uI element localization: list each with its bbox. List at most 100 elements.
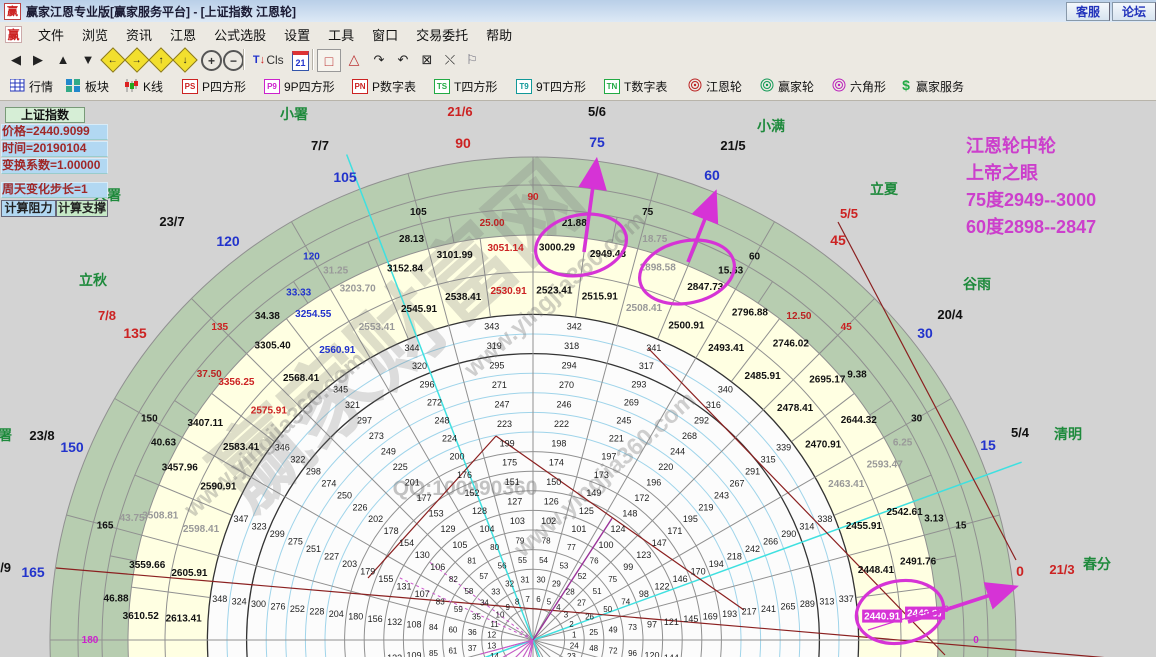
wheel-number: 245 xyxy=(616,415,631,425)
price-outer-value: 2593.47 xyxy=(867,460,904,471)
calendar-icon[interactable]: 21 xyxy=(292,51,309,71)
wheel-number: 178 xyxy=(384,526,399,536)
wheel-number: 27 xyxy=(577,599,586,608)
wheel-number: 194 xyxy=(709,559,724,569)
nav-forward-icon[interactable]: ▶ xyxy=(28,49,48,70)
cls-button[interactable]: Cls xyxy=(265,49,285,70)
wheel-number: 85 xyxy=(429,649,438,657)
toolbar-item-hexagon[interactable]: 六角形 xyxy=(832,77,886,96)
pan-up-icon[interactable]: ↑ xyxy=(148,47,174,73)
percent-value: 34.38 xyxy=(255,311,280,322)
menu-item-江恩[interactable]: 江恩 xyxy=(161,23,205,46)
outer-label-立夏: 立夏 xyxy=(870,181,899,197)
wheel-number: 176 xyxy=(457,470,472,480)
peak-up-icon[interactable]: ▲ xyxy=(53,49,73,70)
wheel-number: 125 xyxy=(579,506,594,516)
draw-square-icon[interactable]: □ xyxy=(317,49,341,72)
percent-value: 12.50 xyxy=(786,311,811,322)
wheel-number: 6 xyxy=(536,595,541,604)
easel-icon[interactable]: ⚐ xyxy=(462,49,482,70)
price-outer-value: 3203.70 xyxy=(340,283,377,294)
outer-label-21/6: 21/6 xyxy=(447,104,472,119)
toolbar-item-p-table[interactable]: PN P数字表 xyxy=(352,77,416,96)
wheel-number: 12 xyxy=(487,631,496,640)
calc-resistance-button[interactable]: 计算阻力 xyxy=(1,200,56,217)
wheel-number: 76 xyxy=(590,556,599,565)
wheel-number: 290 xyxy=(781,529,796,539)
wheel-number: 80 xyxy=(490,543,499,552)
outer-label-7/8: 7/8 xyxy=(98,308,116,323)
wheel-number: 247 xyxy=(494,399,509,409)
wheel-number: 244 xyxy=(670,446,685,456)
price-inner-value: 2463.41 xyxy=(828,479,865,490)
wheel-number: 48 xyxy=(589,644,598,653)
outer-label-45: 45 xyxy=(830,232,846,248)
menu-item-工具[interactable]: 工具 xyxy=(319,23,363,46)
calc-support-button[interactable]: 计算支撑 xyxy=(56,200,108,217)
toolbar-item-9t-square[interactable]: T9 9T四方形 xyxy=(516,77,586,96)
zoom-out-icon[interactable]: − xyxy=(223,50,244,71)
toolbar-item-9p-square[interactable]: P9 9P四方形 xyxy=(264,77,335,96)
wheel-number: 23 xyxy=(567,652,576,657)
app-logo-icon: 赢 xyxy=(4,2,21,20)
toolbar-item-t-table[interactable]: TN T数字表 xyxy=(604,77,667,96)
p-table-icon: PN xyxy=(352,79,368,94)
toolbar-item-sectors[interactable]: 板块 xyxy=(66,77,109,96)
arc-ccw-icon[interactable]: ↶ xyxy=(393,49,413,70)
toolbar-item-winner-service[interactable]: $ 赢家服务 xyxy=(900,77,964,96)
wheel-number: 4 xyxy=(556,603,561,612)
wheel-number: 203 xyxy=(342,559,357,569)
titlebar-button-客服[interactable]: 客服 xyxy=(1065,2,1110,21)
toolbar-item-winner-wheel[interactable]: 赢家轮 xyxy=(760,77,814,96)
step-row: 周天变化步长=1 xyxy=(1,182,108,198)
menu-item-窗口[interactable]: 窗口 xyxy=(363,23,407,46)
nav-back-icon[interactable]: ◀ xyxy=(6,49,26,70)
outer-label-105: 105 xyxy=(333,169,357,185)
wheel-number: 37 xyxy=(468,644,477,653)
degree-ring-value: 30 xyxy=(911,414,923,425)
toolbar-item-gann-wheel[interactable]: 江恩轮 xyxy=(688,77,742,96)
wheel-number: 193 xyxy=(722,609,737,619)
price-outer-value: 2542.61 xyxy=(887,507,924,518)
price-inner-value: 2530.91 xyxy=(491,286,528,297)
wheel-number: 243 xyxy=(714,490,729,500)
wheel-number: 148 xyxy=(622,509,637,519)
price-outer-value: 3254.55 xyxy=(295,309,332,320)
menu-item-交易委托[interactable]: 交易委托 xyxy=(407,23,477,46)
menu-item-帮助[interactable]: 帮助 xyxy=(477,23,521,46)
outer-label-21/5: 21/5 xyxy=(720,138,745,153)
peak-down-icon[interactable]: ▼ xyxy=(78,49,98,70)
menu-item-浏览[interactable]: 浏览 xyxy=(73,23,117,46)
wheel-number: 321 xyxy=(345,400,360,410)
menu-item-设置[interactable]: 设置 xyxy=(275,23,319,46)
wheel-number: 265 xyxy=(780,601,795,611)
zoom-in-icon[interactable]: + xyxy=(201,50,222,71)
wheel-number: 132 xyxy=(387,617,402,627)
box-x-icon[interactable]: ⊠ xyxy=(417,49,437,70)
wheel-number: 344 xyxy=(405,343,420,353)
draw-triangle-icon[interactable]: △ xyxy=(344,49,364,70)
pan-left-icon[interactable]: ← xyxy=(100,47,126,73)
wheel-number: 313 xyxy=(819,596,834,606)
toolbar-item-t-square[interactable]: TS T四方形 xyxy=(434,77,497,96)
collapse-icon[interactable]: ⤬ xyxy=(440,49,460,70)
arc-cw-icon[interactable]: ↷ xyxy=(369,49,389,70)
price-outer-value: 2796.88 xyxy=(732,307,769,318)
wheel-number: 8 xyxy=(515,598,520,607)
pan-right-icon[interactable]: → xyxy=(124,47,150,73)
menu-item-公式选股[interactable]: 公式选股 xyxy=(205,23,275,46)
wheel-number: 226 xyxy=(353,502,368,512)
toolbar-item-p-square[interactable]: PS P四方形 xyxy=(182,77,246,96)
menu-item-资讯[interactable]: 资讯 xyxy=(117,23,161,46)
pan-down-icon[interactable]: ↓ xyxy=(172,47,198,73)
menu-item-文件[interactable]: 文件 xyxy=(29,23,73,46)
hexagon-icon xyxy=(832,78,846,95)
menu-bar: 赢 文件 浏览 资讯 江恩 公式选股 设置 工具 窗口 交易委托 帮助 xyxy=(0,22,1156,47)
wheel-number: 220 xyxy=(658,462,673,472)
titlebar-button-论坛[interactable]: 论坛 xyxy=(1111,2,1156,21)
t-table-label: T数字表 xyxy=(624,80,668,94)
toolbar-item-kline[interactable]: K线 xyxy=(124,77,163,96)
wheel-number: 35 xyxy=(472,613,481,622)
wheel-number: 320 xyxy=(412,361,427,371)
toolbar-item-quotes[interactable]: 行情 xyxy=(9,77,53,96)
